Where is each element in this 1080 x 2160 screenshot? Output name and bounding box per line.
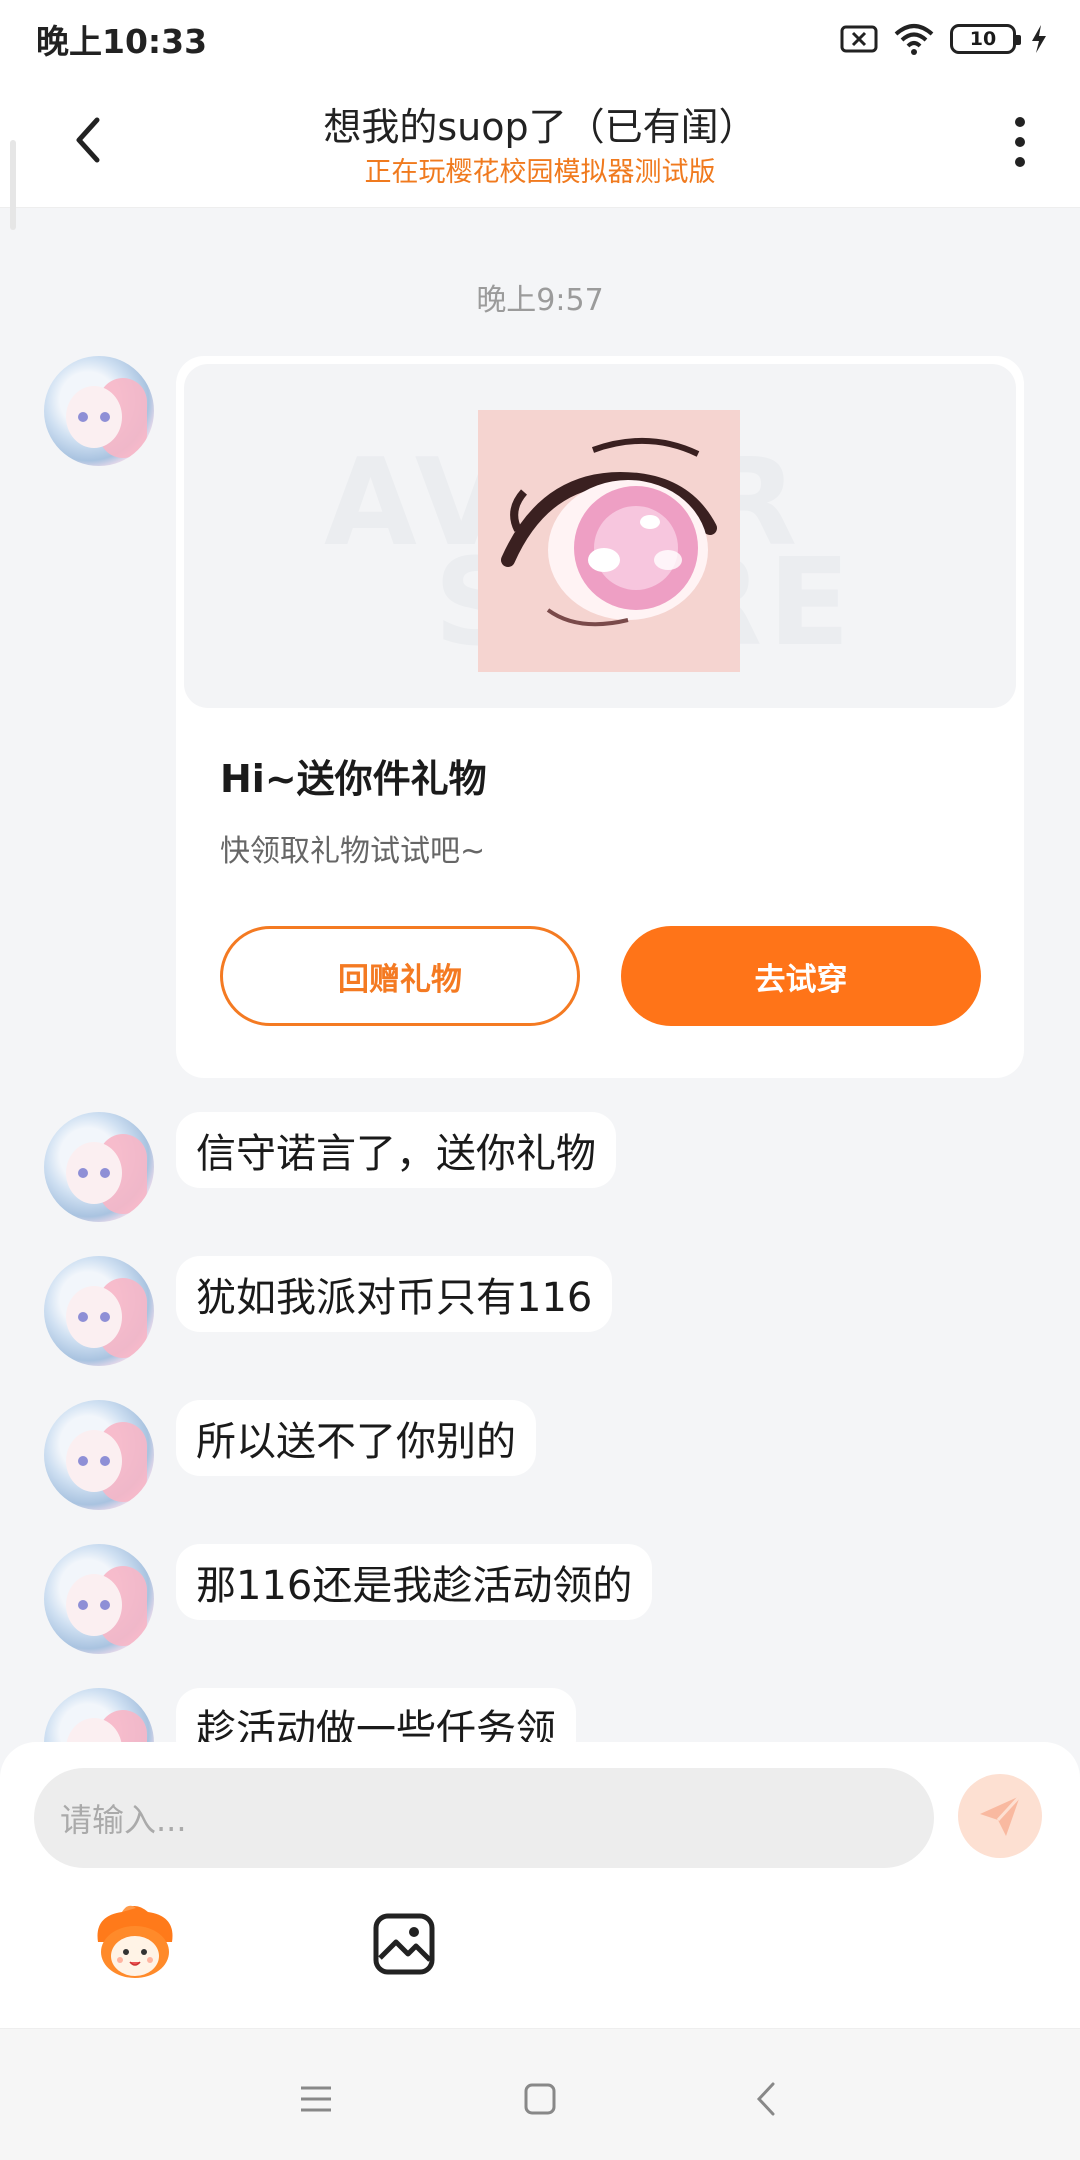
try-on-button[interactable]: 去试穿	[621, 926, 981, 1026]
status-bar: 晚上10:33 10	[0, 0, 1080, 78]
emoji-mascot-button[interactable]	[92, 1902, 178, 1982]
more-options-button[interactable]	[1000, 112, 1040, 172]
status-icons: 10	[840, 22, 1048, 56]
chevron-left-icon	[756, 2082, 775, 2116]
system-back-button[interactable]	[736, 2069, 796, 2129]
avatar[interactable]	[44, 356, 154, 466]
mascot-icon	[97, 1905, 173, 1978]
message-bubble[interactable]: 那116还是我趁活动领的	[176, 1544, 653, 1620]
avatar[interactable]	[44, 1112, 154, 1222]
square-icon	[524, 2083, 556, 2115]
send-button[interactable]	[958, 1774, 1042, 1858]
edge-indicator	[10, 140, 16, 230]
gift-card: AV R S RE Hi~送你件礼物 快领取礼物试试吧~ 回赠礼物 去试穿	[176, 356, 1024, 1078]
chat-header: 想我的suop了（已有闺） 正在玩樱花校园模拟器测试版	[0, 78, 1080, 230]
avatar[interactable]	[44, 1256, 154, 1366]
charging-icon	[1032, 25, 1046, 53]
gift-card-description: 快领取礼物试试吧~	[220, 834, 486, 869]
chat-title: 想我的suop了（已有闺）	[323, 105, 757, 149]
back-button[interactable]	[60, 112, 116, 168]
recent-apps-button[interactable]	[286, 2069, 346, 2129]
battery-level: 10	[969, 28, 997, 50]
status-time: 晚上10:33	[36, 22, 208, 61]
message-timestamp: 晚上9:57	[476, 283, 604, 318]
chevron-left-icon	[76, 117, 100, 163]
anime-eye-image	[501, 437, 717, 627]
chat-subtitle: 正在玩樱花校园模拟器测试版	[364, 157, 716, 188]
image-picker-button[interactable]	[372, 1912, 436, 1976]
send-icon	[980, 1794, 1022, 1836]
message-input[interactable]: 请输入...	[34, 1768, 934, 1868]
avatar[interactable]	[44, 1544, 154, 1654]
menu-icon	[301, 2086, 331, 2112]
notification-x-icon	[840, 25, 878, 53]
more-vertical-icon	[1015, 117, 1025, 167]
system-navigation-bar	[0, 2028, 1080, 2160]
message-bubble[interactable]: 所以送不了你别的	[176, 1400, 536, 1476]
gift-item-image[interactable]	[478, 410, 740, 672]
message-bubble[interactable]: 犹如我派对币只有116	[176, 1256, 613, 1332]
image-icon	[373, 1913, 435, 1975]
message-composer: 请输入...	[0, 1742, 1080, 2028]
wifi-icon	[894, 24, 934, 55]
home-button[interactable]	[510, 2069, 570, 2129]
avatar[interactable]	[44, 1400, 154, 1510]
message-bubble[interactable]: 信守诺言了，送你礼物	[176, 1112, 616, 1188]
return-gift-button[interactable]: 回赠礼物	[220, 926, 580, 1026]
gift-image-area: AV R S RE	[184, 364, 1016, 708]
battery-icon: 10	[950, 24, 1021, 54]
gift-card-title: Hi~送你件礼物	[220, 757, 487, 801]
